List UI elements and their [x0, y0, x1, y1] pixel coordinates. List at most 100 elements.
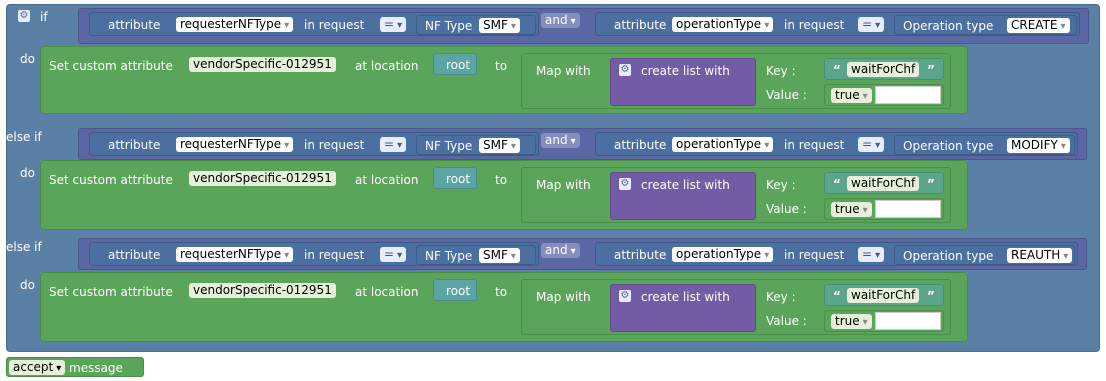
operation-value-dropdown[interactable]: REAUTH [1007, 248, 1073, 263]
create-list-label: create list with [641, 178, 730, 192]
set-custom-attribute-label: Set custom attribute [49, 59, 173, 73]
nf-type-dropdown[interactable]: SMF [479, 18, 520, 33]
create-list-block[interactable]: ⚙ create list with [610, 58, 756, 106]
in-request-label: in request [784, 18, 845, 32]
and-dropdown[interactable]: and [541, 133, 580, 148]
nf-type-block[interactable]: NF Type SMF [416, 15, 536, 35]
location-block[interactable]: root [433, 279, 477, 301]
operation-compare-block[interactable]: attribute operationType in request = Ope… [595, 242, 1078, 266]
nf-type-label: NF Type [425, 139, 473, 153]
operation-type-block[interactable]: Operation type REAUTH [894, 245, 1075, 265]
map-with-block[interactable]: Map with ⚙ create list with Key : “ wait… [521, 167, 951, 223]
operation-compare-block[interactable]: attribute operationType in request = Ope… [595, 12, 1080, 36]
operation-compare-block[interactable]: attribute operationType in request = Ope… [595, 132, 1078, 156]
in-request-label: in request [784, 248, 845, 262]
equals-dropdown[interactable]: = [380, 247, 407, 262]
nf-type-dropdown[interactable]: SMF [479, 248, 520, 263]
operation-type-label: Operation type [903, 249, 994, 263]
operation-type-dropdown[interactable]: operationType [672, 137, 774, 152]
value-label: Value : [766, 202, 807, 216]
operation-type-dropdown[interactable]: operationType [672, 247, 774, 262]
nf-type-block[interactable]: NF Type SMF [416, 245, 536, 265]
accept-message-block[interactable]: accept message [6, 357, 144, 377]
nf-type-dropdown[interactable]: SMF [479, 138, 520, 153]
equals-dropdown[interactable]: = [858, 17, 885, 32]
key-value-field[interactable]: waitForChf [847, 176, 920, 191]
value-bool-block[interactable]: true [824, 198, 944, 220]
nf-type-label: NF Type [425, 249, 473, 263]
do-label: do [20, 166, 35, 180]
equals-dropdown[interactable]: = [380, 17, 407, 32]
accept-dropdown[interactable]: accept [9, 360, 66, 375]
key-string-block[interactable]: “ waitForChf ” [824, 58, 944, 80]
requester-nf-type-dropdown[interactable]: requesterNFType [176, 137, 294, 152]
equals-dropdown[interactable]: = [380, 137, 407, 152]
do-label: do [20, 52, 35, 66]
location-block[interactable]: root [433, 167, 477, 189]
bool-dropdown[interactable]: true [831, 88, 872, 103]
in-request-label: in request [784, 138, 845, 152]
attribute-name-field[interactable]: vendorSpecific-012951 [189, 171, 336, 186]
value-label: Value : [766, 88, 807, 102]
operation-value-dropdown[interactable]: CREATE [1007, 18, 1070, 33]
attribute-label: attribute [108, 18, 161, 32]
operation-type-block[interactable]: Operation type MODIFY [894, 135, 1075, 155]
operation-type-label: Operation type [903, 139, 994, 153]
set-custom-attribute-label: Set custom attribute [49, 285, 173, 299]
at-location-label: at location [355, 173, 419, 187]
bool-dropdown[interactable]: true [831, 314, 872, 329]
attribute-label: attribute [108, 248, 161, 262]
key-string-block[interactable]: “ waitForChf ” [824, 284, 944, 306]
attribute-name-field[interactable]: vendorSpecific-012951 [189, 283, 336, 298]
and-dropdown[interactable]: and [541, 243, 580, 258]
gear-icon[interactable]: ⚙ [619, 290, 631, 302]
equals-dropdown[interactable]: = [858, 247, 885, 262]
key-string-block[interactable]: “ waitForChf ” [824, 172, 944, 194]
key-value-field[interactable]: waitForChf [847, 288, 920, 303]
and-condition-block[interactable]: attribute requesterNFType in request = N… [78, 128, 1087, 160]
value-bool-block[interactable]: true [824, 310, 944, 332]
nf-type-label: NF Type [425, 19, 473, 33]
attribute-label: attribute [614, 248, 667, 262]
attribute-compare-block[interactable]: attribute requesterNFType in request = N… [89, 242, 539, 266]
open-quote: “ [833, 177, 841, 191]
open-quote: “ [833, 289, 841, 303]
gear-icon[interactable]: ⚙ [619, 178, 631, 190]
and-dropdown[interactable]: and [541, 13, 580, 28]
and-condition-block[interactable]: attribute requesterNFType in request = N… [78, 8, 1089, 44]
map-with-label: Map with [536, 178, 591, 192]
attribute-compare-block[interactable]: attribute requesterNFType in request = N… [89, 132, 539, 156]
value-input-box[interactable] [875, 200, 941, 218]
value-input-box[interactable] [875, 312, 941, 330]
create-list-block[interactable]: ⚙ create list with [610, 172, 756, 220]
gear-icon[interactable]: ⚙ [18, 10, 30, 22]
attribute-compare-block[interactable]: attribute requesterNFType in request = N… [89, 12, 539, 36]
bool-dropdown[interactable]: true [831, 202, 872, 217]
close-quote: ” [927, 63, 935, 77]
do-label: do [20, 278, 35, 292]
requester-nf-type-dropdown[interactable]: requesterNFType [176, 247, 294, 262]
attribute-name-field[interactable]: vendorSpecific-012951 [189, 57, 336, 72]
at-location-label: at location [355, 59, 419, 73]
value-input-box[interactable] [875, 86, 941, 104]
set-custom-attribute-block[interactable]: Set custom attribute vendorSpecific-0129… [40, 160, 968, 230]
location-block[interactable]: root [433, 53, 477, 75]
operation-type-block[interactable]: Operation type CREATE [894, 15, 1077, 35]
gear-icon[interactable]: ⚙ [619, 64, 631, 76]
map-with-block[interactable]: Map with ⚙ create list with Key : “ wait… [521, 53, 951, 109]
set-custom-attribute-block[interactable]: Set custom attribute vendorSpecific-0129… [40, 46, 968, 114]
operation-value-dropdown[interactable]: MODIFY [1007, 138, 1070, 153]
equals-dropdown[interactable]: = [858, 137, 885, 152]
to-label: to [495, 173, 508, 187]
set-custom-attribute-block[interactable]: Set custom attribute vendorSpecific-0129… [40, 272, 968, 342]
create-list-label: create list with [641, 64, 730, 78]
requester-nf-type-dropdown[interactable]: requesterNFType [176, 17, 294, 32]
key-value-field[interactable]: waitForChf [847, 62, 920, 77]
nf-type-block[interactable]: NF Type SMF [416, 135, 536, 155]
and-condition-block[interactable]: attribute requesterNFType in request = N… [78, 238, 1087, 270]
value-bool-block[interactable]: true [824, 84, 944, 106]
operation-type-label: Operation type [903, 19, 994, 33]
map-with-block[interactable]: Map with ⚙ create list with Key : “ wait… [521, 279, 951, 335]
create-list-block[interactable]: ⚙ create list with [610, 284, 756, 332]
operation-type-dropdown[interactable]: operationType [672, 17, 774, 32]
